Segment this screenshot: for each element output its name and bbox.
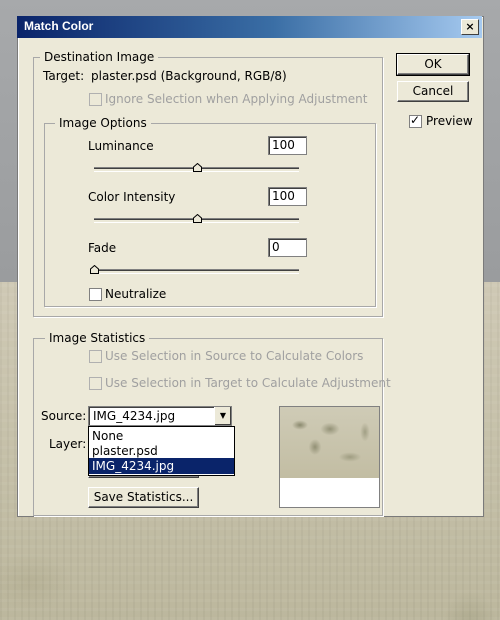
use-source-selection-checkbox[interactable] <box>89 350 102 363</box>
layer-label: Layer: <box>49 437 87 451</box>
ignore-selection-checkbox[interactable] <box>89 93 102 106</box>
fade-slider-thumb[interactable] <box>90 265 99 274</box>
dropdown-option-plaster[interactable]: plaster.psd <box>89 443 234 459</box>
use-target-selection-checkbox[interactable] <box>89 377 102 390</box>
luminance-label: Luminance <box>88 139 154 153</box>
image-options-legend: Image Options <box>55 116 151 130</box>
dropdown-option-img-4234[interactable]: IMG_4234.jpg <box>89 458 234 474</box>
image-statistics-legend: Image Statistics <box>45 331 150 345</box>
save-statistics-button[interactable]: Save Statistics... <box>88 487 199 508</box>
dropdown-option-none[interactable]: None <box>89 428 234 444</box>
source-select-value: IMG_4234.jpg <box>93 409 176 423</box>
neutralize-checkbox[interactable] <box>89 288 102 301</box>
luminance-slider-thumb[interactable] <box>192 163 202 172</box>
target-label: Target: <box>43 69 85 83</box>
source-dropdown-list[interactable]: None plaster.psd IMG_4234.jpg <box>88 426 235 476</box>
color-intensity-slider-thumb[interactable] <box>192 214 202 223</box>
ignore-selection-label: Ignore Selection when Applying Adjustmen… <box>105 92 368 106</box>
color-intensity-label: Color Intensity <box>88 190 176 204</box>
fade-field[interactable]: 0 <box>268 238 307 257</box>
fade-label: Fade <box>88 241 117 255</box>
chevron-down-icon[interactable]: ▼ <box>214 407 231 425</box>
target-value: plaster.psd (Background, RGB/8) <box>91 69 287 83</box>
color-intensity-field[interactable]: 100 <box>268 187 307 206</box>
luminance-field[interactable]: 100 <box>268 136 307 155</box>
preview-checkbox[interactable] <box>409 113 422 128</box>
source-thumbnail <box>279 406 380 508</box>
close-button[interactable]: × <box>461 19 479 35</box>
fade-slider[interactable] <box>94 269 299 274</box>
preview-label: Preview <box>426 114 473 128</box>
ok-button[interactable]: OK <box>396 53 470 76</box>
source-label: Source: <box>41 409 87 423</box>
use-target-selection-label: Use Selection in Target to Calculate Adj… <box>105 376 391 390</box>
thumbnail-image <box>280 407 379 478</box>
dialog-title: Match Color <box>24 19 94 33</box>
source-select[interactable]: IMG_4234.jpg ▼ <box>88 406 232 426</box>
cancel-button[interactable]: Cancel <box>397 81 469 102</box>
neutralize-label: Neutralize <box>105 287 167 301</box>
destination-legend: Destination Image <box>40 50 159 64</box>
use-source-selection-label: Use Selection in Source to Calculate Col… <box>105 349 364 363</box>
